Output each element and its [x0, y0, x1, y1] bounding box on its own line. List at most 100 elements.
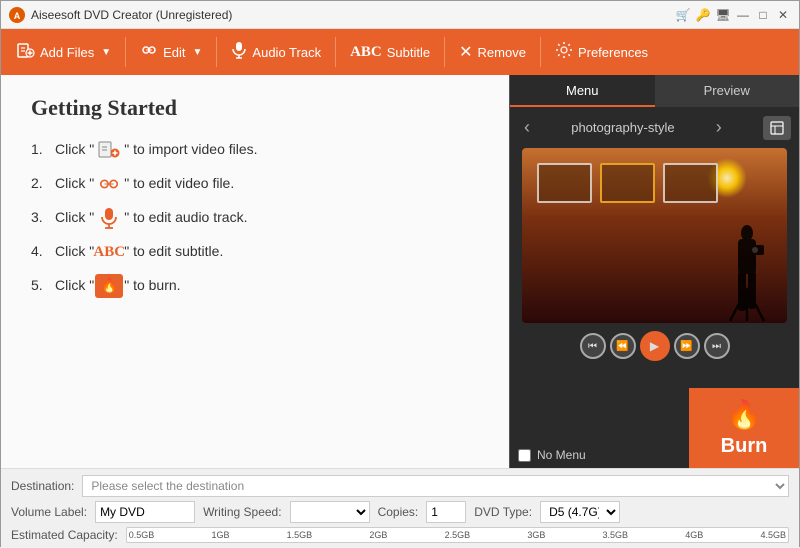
style-name: photography-style	[571, 120, 674, 135]
separator-5	[540, 37, 541, 67]
capacity-label: Estimated Capacity:	[11, 528, 118, 542]
step-5-icon: 🔥	[98, 275, 120, 297]
tab-menu[interactable]: Menu	[510, 75, 655, 107]
step-4-post: " to edit subtitle.	[124, 242, 223, 262]
capacity-row: Estimated Capacity: 0.5GB 1GB 1.5GB 2GB …	[11, 527, 789, 543]
no-menu-label[interactable]: No Menu	[537, 448, 586, 462]
step-3-post: " to edit audio track.	[124, 208, 247, 228]
play-button[interactable]: ▶	[640, 331, 670, 361]
step-4-icon: ABC	[98, 241, 120, 263]
volume-input[interactable]: My DVD	[95, 501, 195, 523]
edit-button[interactable]: Edit ▼	[130, 34, 212, 70]
fast-forward-button[interactable]: ⏩	[674, 333, 700, 359]
rewind-button[interactable]: ⏪	[610, 333, 636, 359]
cap-4.5: 4.5GB	[760, 530, 786, 540]
preferences-button[interactable]: Preferences	[545, 34, 658, 70]
playback-controls: ⏮ ⏪ ▶ ⏩ ⏭	[518, 331, 791, 361]
next-style-button[interactable]: ›	[710, 115, 728, 140]
audio-track-label: Audio Track	[252, 45, 321, 60]
photographer-silhouette	[717, 193, 777, 323]
main-content: Getting Started 1. Click " " to import v…	[1, 75, 799, 468]
cap-3.5: 3.5GB	[603, 530, 629, 540]
copies-label: Copies:	[378, 505, 419, 519]
audio-track-button[interactable]: Audio Track	[221, 34, 331, 70]
destination-select[interactable]: Please select the destination	[82, 475, 789, 497]
minimize-button[interactable]: —	[735, 7, 751, 23]
skip-back-button[interactable]: ⏮	[580, 333, 606, 359]
dvd-type-select[interactable]: D5 (4.7G)	[540, 501, 620, 523]
volume-row: Volume Label: My DVD Writing Speed: Copi…	[11, 501, 789, 523]
step-2-pre: Click "	[55, 174, 94, 194]
subtitle-button[interactable]: ABC Subtitle	[340, 34, 440, 70]
step-1-post: " to import video files.	[124, 140, 257, 160]
style-nav: ‹ photography-style ›	[518, 115, 791, 140]
window-controls: 🛒 🔑 🖥 — □ ✕	[675, 7, 791, 23]
separator-4	[444, 37, 445, 67]
step-2-post: " to edit video file.	[124, 174, 234, 194]
step-2: 2. Click " " to edit video file.	[31, 173, 479, 195]
thumb-2	[600, 163, 655, 203]
tab-bar: Menu Preview	[510, 75, 799, 107]
edit-label: Edit	[163, 45, 185, 60]
step-5-post: " to burn.	[124, 276, 180, 296]
destination-row: Destination: Please select the destinati…	[11, 475, 789, 497]
key-button[interactable]: 🔑	[695, 7, 711, 23]
tab-preview[interactable]: Preview	[655, 75, 800, 107]
step-5: 5. Click " 🔥 " to burn.	[31, 275, 479, 297]
prev-style-button[interactable]: ‹	[518, 115, 536, 140]
no-menu-checkbox[interactable]	[518, 449, 531, 462]
cap-3: 3GB	[527, 530, 545, 540]
thumb-3	[663, 163, 718, 203]
step-3-icon	[98, 207, 120, 229]
remove-icon: ✕	[459, 42, 472, 62]
preview-background	[522, 148, 787, 323]
cap-1.5: 1.5GB	[287, 530, 313, 540]
step-1-num: 1.	[31, 140, 51, 160]
remove-label: Remove	[478, 45, 526, 60]
writing-speed-select[interactable]	[290, 501, 370, 523]
step-2-num: 2.	[31, 174, 51, 194]
skip-forward-button[interactable]: ⏭	[704, 333, 730, 359]
burn-flame-icon: 🔥	[727, 398, 762, 431]
add-files-button[interactable]: Add Files ▼	[7, 34, 121, 70]
style-edit-button[interactable]	[763, 116, 791, 140]
burn-label: Burn	[721, 435, 768, 458]
burn-section[interactable]: 🔥 Burn	[689, 388, 799, 468]
step-4: 4. Click " ABC " to edit subtitle.	[31, 241, 479, 263]
capacity-bar: 0.5GB 1GB 1.5GB 2GB 2.5GB 3GB 3.5GB 4GB …	[126, 527, 789, 543]
add-files-icon	[17, 41, 35, 64]
getting-started-panel: Getting Started 1. Click " " to import v…	[1, 75, 509, 468]
cap-4: 4GB	[685, 530, 703, 540]
page-title: Getting Started	[31, 95, 479, 121]
separator-3	[335, 37, 336, 67]
thumb-1	[537, 163, 592, 203]
cart-button[interactable]: 🛒	[675, 7, 691, 23]
titlebar: A Aiseesoft DVD Creator (Unregistered) 🛒…	[1, 1, 799, 29]
close-button[interactable]: ✕	[775, 7, 791, 23]
cap-2.5: 2.5GB	[445, 530, 471, 540]
step-5-pre: Click "	[55, 276, 94, 296]
maximize-button[interactable]: □	[755, 7, 771, 23]
step-3-num: 3.	[31, 208, 51, 228]
app-title: Aiseesoft DVD Creator (Unregistered)	[31, 8, 675, 22]
step-4-num: 4.	[31, 242, 51, 262]
writing-speed-label: Writing Speed:	[203, 505, 282, 519]
remove-button[interactable]: ✕ Remove	[449, 34, 536, 70]
cap-1: 1GB	[211, 530, 229, 540]
preview-area	[522, 148, 787, 323]
thumbnail-row	[537, 163, 718, 203]
dvd-type-label: DVD Type:	[474, 505, 532, 519]
separator-2	[216, 37, 217, 67]
add-files-arrow: ▼	[101, 47, 111, 58]
step-5-num: 5.	[31, 276, 51, 296]
copies-input[interactable]	[426, 501, 466, 523]
cap-2: 2GB	[369, 530, 387, 540]
bottom-bar: Destination: Please select the destinati…	[1, 468, 799, 548]
step-2-icon	[98, 173, 120, 195]
toolbar: Add Files ▼ Edit ▼ Audio Track ABC Sub	[1, 29, 799, 75]
capacity-labels: 0.5GB 1GB 1.5GB 2GB 2.5GB 3GB 3.5GB 4GB …	[127, 528, 788, 542]
monitor-button[interactable]: 🖥	[715, 7, 731, 23]
step-1-pre: Click "	[55, 140, 94, 160]
edit-icon	[140, 41, 158, 64]
app-logo: A	[9, 7, 25, 23]
